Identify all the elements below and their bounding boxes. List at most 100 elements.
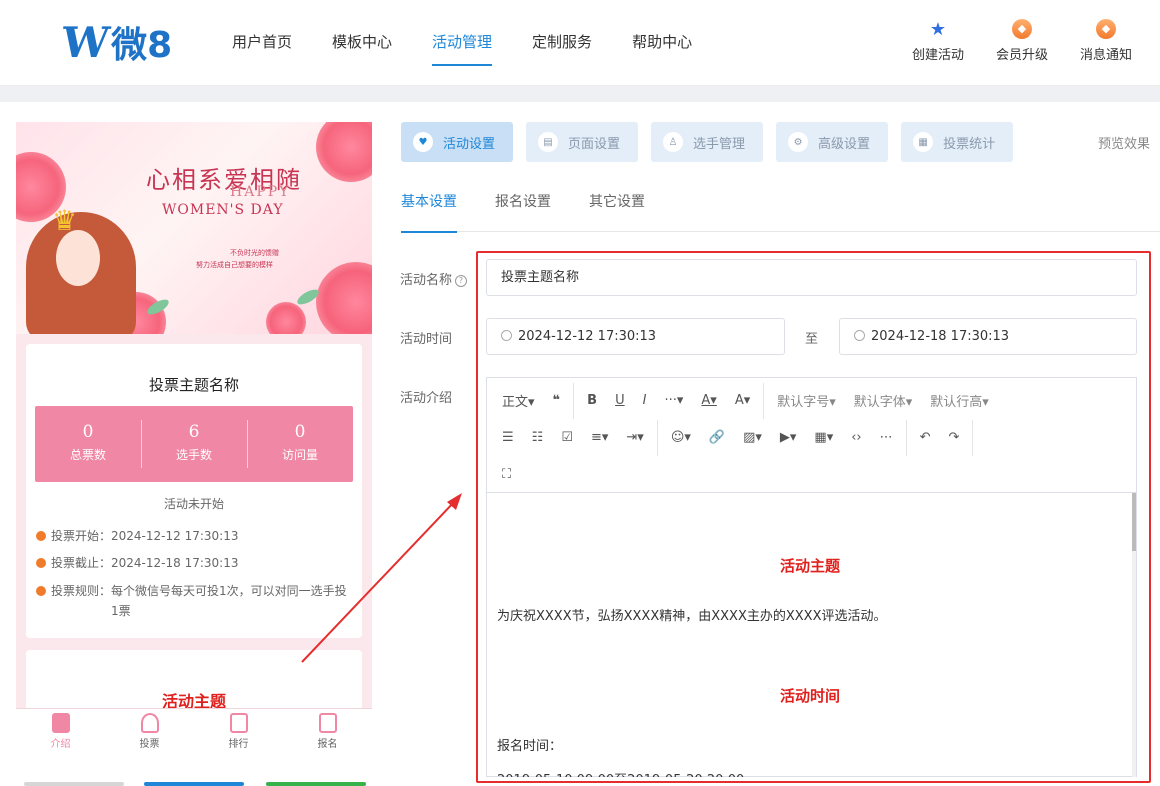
tab-signup[interactable]: 报名 xyxy=(283,709,372,754)
step-page-settings[interactable]: ▤ 页面设置 xyxy=(526,122,639,162)
illustration-face xyxy=(56,230,100,286)
info-vote-end: 投票截止： 2024-12-18 17:30:13 xyxy=(36,553,354,573)
page-icon: ▤ xyxy=(538,132,559,152)
logo-mark: W xyxy=(59,17,108,67)
footer-button[interactable] xyxy=(24,782,124,786)
stat-label: 访问量 xyxy=(281,448,318,462)
step-label: 页面设置 xyxy=(568,136,621,152)
nav-custom-service[interactable]: 定制服务 xyxy=(512,0,612,86)
help-icon[interactable]: ? xyxy=(455,274,468,287)
info-label: 投票开始： xyxy=(51,529,112,543)
activity-intro-label: 活动介绍 xyxy=(400,391,453,406)
banner-en-line2: WOMEN'S DAY xyxy=(162,202,284,218)
stats-panel: 0 总票数 6 选手数 0 访问量 xyxy=(35,406,353,482)
banner-image: ♛ 心相系爱相随 HAPPY WOMEN'S DAY 不负时光的馈赠 努力活成自… xyxy=(16,122,372,334)
nav-templates[interactable]: 模板中心 xyxy=(312,0,412,86)
tab-ranking[interactable]: 排行 xyxy=(194,709,283,754)
step-advanced-settings[interactable]: ⚙ 高级设置 xyxy=(776,122,889,162)
user-icon: ♙ xyxy=(663,132,684,152)
intro-icon xyxy=(51,713,70,733)
tab-label: 投票 xyxy=(139,739,160,750)
user-icon xyxy=(140,713,159,733)
stat-value: 6 xyxy=(188,422,200,442)
notification-badge-icon: ◆ xyxy=(1096,19,1116,39)
activity-name-label: 活动名称? xyxy=(400,269,468,288)
banner-sub-line2: 努力活成自己想要的模样 xyxy=(196,261,273,269)
vote-info-card: 投票主题名称 0 总票数 6 选手数 0 访问量 活动未开始 投票开始： 202… xyxy=(26,344,362,638)
activity-time-label: 活动时间 xyxy=(400,332,453,347)
nav-help-center[interactable]: 帮助中心 xyxy=(612,0,712,86)
tab-label: 报名 xyxy=(317,739,338,750)
stat-contestants: 6 选手数 xyxy=(141,406,247,482)
bullet-icon xyxy=(36,586,46,596)
info-vote-start: 投票开始： 2024-12-12 17:30:13 xyxy=(36,526,354,546)
preview-effect-link[interactable]: 预览效果 xyxy=(1098,133,1150,152)
mobile-tabbar: 介绍 投票 排行 报名 xyxy=(16,708,372,754)
stat-visits: 0 访问量 xyxy=(247,406,353,482)
create-activity-button[interactable]: ★ 创建活动 xyxy=(896,18,980,66)
step-activity-settings[interactable]: ♥ 活动设置 xyxy=(401,122,514,162)
highlight-box xyxy=(476,251,1151,783)
activity-status: 活动未开始 xyxy=(163,497,224,511)
stat-value: 0 xyxy=(82,422,94,442)
settings-steps: ♥ 活动设置 ▤ 页面设置 ♙ 选手管理 ⚙ 高级设置 ▦ 投票统计 xyxy=(401,122,1026,162)
step-vote-statistics[interactable]: ▦ 投票统计 xyxy=(901,122,1014,162)
top-navigation-bar: W 微8 用户首页 模板中心 活动管理 定制服务 帮助中心 ★ 创建活动 ◆ 会… xyxy=(0,0,1160,86)
footer-button[interactable] xyxy=(266,782,366,786)
statistics-icon: ▦ xyxy=(913,132,934,152)
stat-label: 选手数 xyxy=(175,448,212,462)
tab-intro[interactable]: 介绍 xyxy=(16,709,105,754)
header-divider-strip xyxy=(0,86,1160,102)
step-contestant-management[interactable]: ♙ 选手管理 xyxy=(651,122,764,162)
info-value: 2024-12-12 17:30:13 xyxy=(111,529,239,543)
flower-decoration xyxy=(316,122,372,182)
logo-text: 微8 xyxy=(111,25,173,66)
member-upgrade-label: 会员升级 xyxy=(995,48,1048,63)
stat-label: 总票数 xyxy=(69,448,106,462)
arrow-head xyxy=(447,493,462,510)
flower-decoration xyxy=(316,262,372,334)
tab-signup-settings[interactable]: 报名设置 xyxy=(495,186,551,232)
info-value: 每个微信号每天可投1次，可以对同一选手投1票 xyxy=(111,584,347,618)
tab-vote[interactable]: 投票 xyxy=(105,709,194,754)
logo[interactable]: W 微8 xyxy=(59,17,173,67)
nav-home[interactable]: 用户首页 xyxy=(212,0,312,86)
stat-value: 0 xyxy=(294,422,306,442)
top-actions: ★ 创建活动 ◆ 会员升级 ◆ 消息通知 xyxy=(896,18,1148,66)
heart-icon: ♥ xyxy=(413,132,433,152)
crown-icon: ♛ xyxy=(52,204,78,237)
tab-label: 排行 xyxy=(228,739,249,750)
mobile-preview: ♛ 心相系爱相随 HAPPY WOMEN'S DAY 不负时光的馈赠 努力活成自… xyxy=(16,122,372,786)
notifications-button[interactable]: ◆ 消息通知 xyxy=(1064,18,1148,66)
nav-activity-management[interactable]: 活动管理 xyxy=(412,0,512,86)
step-label: 高级设置 xyxy=(818,136,871,152)
info-label: 投票规则： xyxy=(51,584,112,598)
info-value: 2024-12-18 17:30:13 xyxy=(111,556,239,570)
preview-footer xyxy=(16,754,372,786)
notifications-label: 消息通知 xyxy=(1079,48,1132,63)
info-vote-rule: 投票规则： 每个微信号每天可投1次，可以对同一选手投1票 xyxy=(36,581,354,621)
star-icon: ★ xyxy=(929,18,947,40)
tab-other-settings[interactable]: 其它设置 xyxy=(589,186,645,232)
tab-label: 介绍 xyxy=(50,739,71,750)
banner-sub-line1: 不负时光的馈赠 xyxy=(230,249,279,257)
footer-button[interactable] xyxy=(144,782,244,786)
vote-title: 投票主题名称 xyxy=(148,376,239,394)
member-upgrade-button[interactable]: ◆ 会员升级 xyxy=(980,18,1064,66)
flower-decoration xyxy=(266,302,306,334)
main-nav: 用户首页 模板中心 活动管理 定制服务 帮助中心 xyxy=(212,0,712,86)
signup-icon xyxy=(318,713,337,733)
settings-subtabs: 基本设置 报名设置 其它设置 xyxy=(401,186,1160,233)
create-activity-label: 创建活动 xyxy=(911,48,964,63)
bullet-icon xyxy=(36,531,46,541)
step-label: 活动设置 xyxy=(443,136,496,152)
tab-basic-settings[interactable]: 基本设置 xyxy=(401,186,457,233)
step-label: 投票统计 xyxy=(943,136,996,152)
ranking-icon xyxy=(229,713,248,733)
member-badge-icon: ◆ xyxy=(1012,19,1032,39)
advanced-icon: ⚙ xyxy=(788,132,809,152)
stat-total-votes: 0 总票数 xyxy=(35,406,141,482)
bullet-icon xyxy=(36,558,46,568)
step-label: 选手管理 xyxy=(693,136,746,152)
banner-en-line1: HAPPY xyxy=(230,184,291,200)
